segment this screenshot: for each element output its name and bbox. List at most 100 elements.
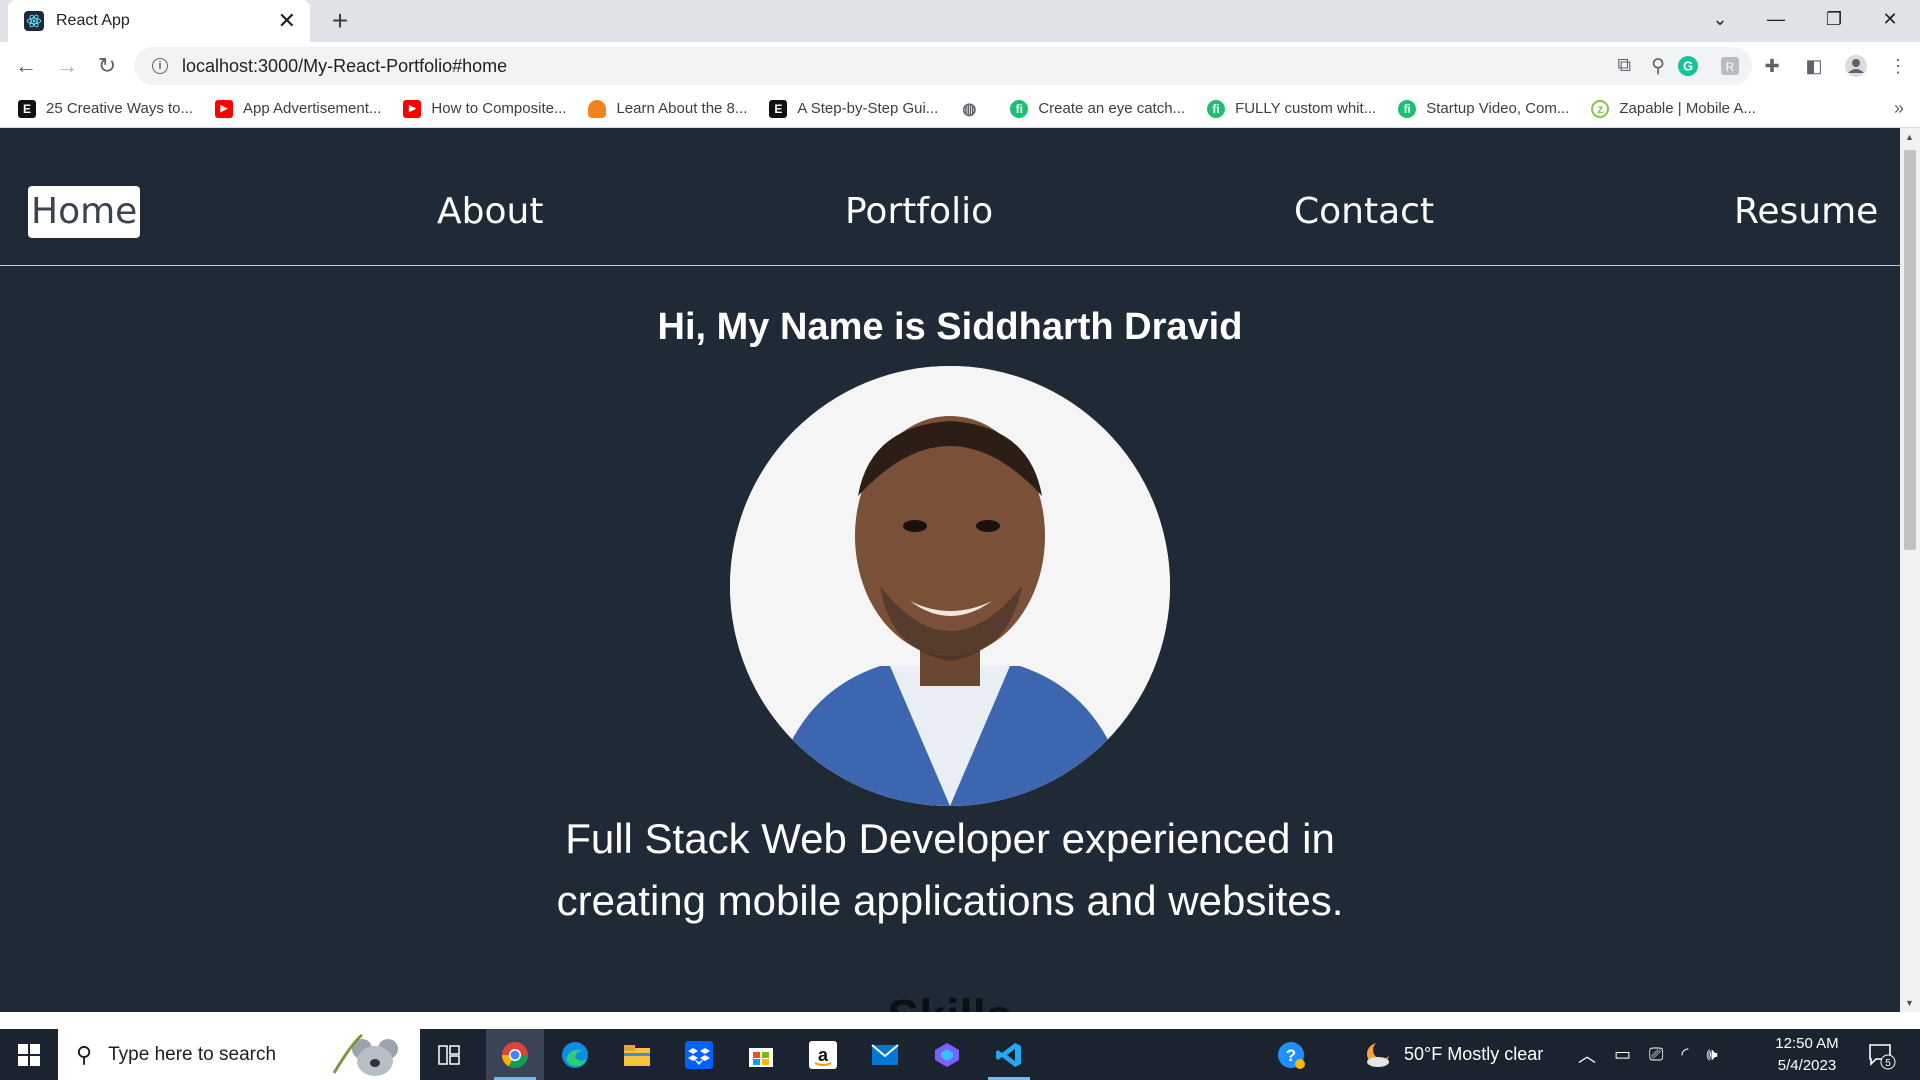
minimize-button[interactable]: — [1748,0,1804,38]
svg-text:R: R [1726,60,1735,74]
extensions-puzzle-icon[interactable]: ✚ [1760,54,1784,78]
copilot-icon[interactable] [918,1029,976,1080]
bookmark-item[interactable]: E A Step-by-Step Gui... [769,99,939,118]
chevron-up-icon[interactable]: ︿ [1578,1042,1596,1068]
bookmark-label: Create an eye catch... [1038,100,1186,117]
task-view-icon[interactable] [420,1029,478,1080]
e-letter-icon: E [769,99,788,118]
bookmark-item[interactable]: Learn About the 8... [588,99,748,118]
bookmark-item[interactable]: fi Create an eye catch... [1010,99,1186,118]
help-icon[interactable]: ? [1276,1029,1306,1080]
bookmark-label: A Step-by-Step Gui... [797,100,939,117]
youtube-icon: ▶ [215,99,233,118]
volume-icon[interactable]: 🕪 [1706,1044,1717,1065]
scroll-up-arrow-icon[interactable]: ▲ [1905,132,1914,142]
tagline-text: Full Stack Web Developer experienced in … [556,815,1344,924]
address-bar[interactable]: i localhost:3000/My-React-Portfolio#home… [134,47,1752,85]
more-bookmarks-icon[interactable]: » [1894,98,1904,119]
restore-button[interactable]: ❐ [1806,0,1862,38]
back-button[interactable]: ← [10,50,42,82]
profile-avatar-icon[interactable] [1844,54,1868,78]
battery-icon[interactable]: ▭ [1614,1044,1631,1065]
windows-logo-icon [18,1043,40,1066]
weather-moon-icon [1367,1040,1391,1067]
file-explorer-icon[interactable] [608,1029,666,1080]
tab-search-icon[interactable]: ⌄ [1692,0,1748,38]
notifications-button[interactable]: 5 [1866,1029,1896,1080]
e-letter-icon: E [18,99,36,118]
svg-text:a: a [818,1045,829,1065]
grammarly-icon[interactable]: G [1676,54,1700,78]
nav-about-link[interactable]: About [437,186,543,238]
page-viewport: Home About Portfolio Contact Resume Hi, … [0,128,1900,1012]
meet-now-icon[interactable]: ⎚ [1649,1044,1663,1065]
nav-resume-link[interactable]: Resume [1734,186,1878,238]
bookmark-item[interactable]: z Zapable | Mobile A... [1591,99,1756,118]
bookmark-item[interactable]: ▶ App Advertisement... [215,99,382,118]
bookmark-label: FULLY custom whit... [1235,100,1377,117]
weather-widget[interactable]: 50°F Mostly clear [1364,1029,1543,1080]
system-tray-icons: ︿ ▭ ⎚ ◜ 🕪 [1578,1029,1718,1080]
svg-text:5: 5 [1885,1058,1891,1069]
taskbar-search-box[interactable]: ⚲ Type here to search [58,1029,420,1080]
zapable-icon: z [1591,99,1610,118]
nav-contact-link[interactable]: Contact [1294,186,1434,238]
browser-menu-icon[interactable]: ⋮ [1886,54,1910,78]
svg-text:?: ? [1286,1046,1296,1065]
bookmark-label: App Advertisement... [243,100,382,117]
mail-icon[interactable] [856,1029,914,1080]
fiverr-icon: fi [1207,99,1226,118]
bookmark-label: Learn About the 8... [616,100,748,117]
browser-tab-strip: React App ✕ + ⌄ — ❐ ✕ [0,0,1920,42]
clock-time: 12:50 AM [1775,1035,1839,1052]
new-tab-button[interactable]: + [325,5,355,36]
scroll-down-arrow-icon[interactable]: ▼ [1905,998,1914,1008]
browser-toolbar: ← → ↻ i localhost:3000/My-React-Portfoli… [0,42,1920,90]
zoom-icon[interactable]: ⚲ [1651,55,1665,78]
close-window-button[interactable]: ✕ [1862,0,1918,38]
close-tab-icon[interactable]: ✕ [278,10,296,32]
svg-text:G: G [1683,59,1693,74]
fiverr-icon: fi [1010,99,1029,118]
edge-taskbar-icon[interactable] [546,1029,604,1080]
wifi-icon[interactable]: ◜ [1681,1044,1688,1065]
bookmark-label: Startup Video, Com... [1426,100,1570,117]
dropbox-icon[interactable] [670,1029,728,1080]
start-button[interactable] [0,1029,58,1080]
forward-button[interactable]: → [51,50,83,82]
open-in-app-icon[interactable]: ⧉ [1618,55,1632,77]
koala-illustration-icon [332,1033,412,1080]
bookmark-item[interactable]: fi Startup Video, Com... [1398,99,1570,118]
vscode-icon[interactable] [980,1029,1038,1080]
url-text: localhost:3000/My-React-Portfolio#home [182,55,508,76]
bookmark-label: Zapable | Mobile A... [1619,100,1756,117]
bookmark-item[interactable]: ◍ [960,100,988,118]
windows-taskbar: ⚲ Type here to search a ? 50°F Mostly cl… [0,1029,1920,1080]
skills-heading: Skills [0,990,1900,1012]
microsoft-store-icon[interactable] [732,1029,790,1080]
amazon-icon[interactable]: a [794,1029,852,1080]
bookmark-item[interactable]: ▶ How to Composite... [403,99,566,118]
page-bottom-strip [0,1012,1920,1029]
youtube-icon: ▶ [403,99,422,118]
nav-portfolio-link[interactable]: Portfolio [845,186,993,238]
cloud-icon [588,99,607,118]
reload-button[interactable]: ↻ [91,50,123,82]
chrome-taskbar-icon[interactable] [486,1029,544,1080]
scroll-thumb[interactable] [1904,150,1916,550]
clock-date: 5/4/2023 [1777,1057,1837,1074]
react-favicon-icon [24,11,44,31]
taskbar-clock[interactable]: 12:50 AM 5/4/2023 [1772,1033,1842,1077]
bookmark-item[interactable]: fi FULLY custom whit... [1207,99,1377,118]
weather-text: 50°F Mostly clear [1404,1044,1544,1064]
extension-r-icon[interactable]: R [1718,54,1742,78]
browser-tab[interactable]: React App ✕ [8,0,310,42]
extension-icons: G R ✚ ◧ ⋮ [1676,42,1910,90]
bookmark-item[interactable]: E 25 Creative Ways to... [18,99,193,118]
site-navigation: Home About Portfolio Contact Resume [0,128,1900,266]
side-panel-icon[interactable]: ◧ [1802,54,1826,78]
nav-home-link[interactable]: Home [28,186,141,238]
page-scrollbar[interactable]: ▲ ▼ [1900,128,1920,1012]
bookmarks-bar: E 25 Creative Ways to... ▶ App Advertisemen… [0,90,1920,128]
site-info-icon[interactable]: i [152,58,168,74]
